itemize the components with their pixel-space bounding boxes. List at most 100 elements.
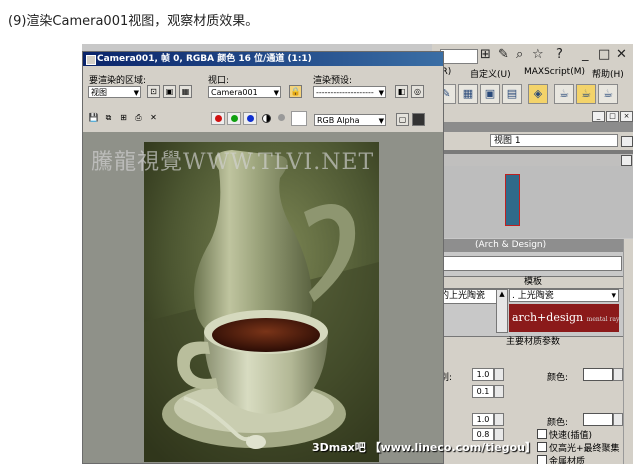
restore-icon[interactable]: □ <box>598 47 610 62</box>
diffuse-color-label: 颜色: <box>547 373 569 383</box>
viewport-area[interactable] <box>432 166 633 238</box>
print-icon[interactable]: ⎙ <box>132 112 145 125</box>
diffuse-color-map-button[interactable] <box>613 368 623 381</box>
highlights-fg-checkbox[interactable] <box>537 442 547 452</box>
green-channel-icon <box>231 115 238 122</box>
quick-render-icon[interactable]: ☕ <box>554 84 574 104</box>
window-icon <box>86 55 96 65</box>
viewport-dropdown-value: Camera001 <box>211 88 258 97</box>
clear-icon[interactable]: ✕ <box>147 112 160 125</box>
reflection-color-map-button[interactable] <box>613 413 623 426</box>
active-render-icon[interactable]: ☕ <box>576 84 596 104</box>
viewport-dropdown[interactable]: Camera001 ▼ <box>208 86 281 98</box>
roughness-map-button[interactable] <box>494 385 504 398</box>
divider <box>432 122 633 132</box>
area-dropdown-value: 视图 <box>91 88 107 97</box>
selected-object[interactable] <box>505 174 520 226</box>
material-editor-icon[interactable]: ▣ <box>480 84 500 104</box>
channel-dropdown-value: RGB Alpha <box>317 116 360 125</box>
fast-interpolate-checkbox[interactable] <box>537 429 547 439</box>
render-window-title: Camera001, 帧 0, RGBA 颜色 16 位/通道 (1:1) <box>83 52 443 66</box>
diffuse-level-map-button[interactable] <box>494 368 504 381</box>
coffee <box>212 318 320 352</box>
help-icon[interactable]: ? <box>556 47 563 62</box>
diffuse-level-spinner[interactable]: 1.0 <box>472 368 494 381</box>
panel-scrollbar[interactable] <box>623 239 633 464</box>
copy-icon[interactable]: ⧉ <box>102 112 115 125</box>
clone-icon[interactable]: ⊞ <box>117 112 130 125</box>
render-last-icon[interactable]: ☕ <box>598 84 618 104</box>
swatch-white[interactable] <box>291 111 307 126</box>
viewport-select[interactable]: 视图 1 <box>490 134 618 147</box>
reflectivity-map-button[interactable] <box>494 413 504 426</box>
material-name-input[interactable] <box>440 256 622 271</box>
metal-material-checkbox[interactable] <box>537 455 547 464</box>
display-mono-icon[interactable] <box>412 113 425 126</box>
reflection-color-label: 颜色: <box>547 418 569 428</box>
close-button[interactable]: × <box>620 111 633 122</box>
template-scrollbar[interactable]: ▲ <box>496 289 508 333</box>
red-channel-icon <box>215 115 222 122</box>
template-dropdown-value: . 上光陶瓷 <box>512 291 554 301</box>
wrench-icon[interactable]: ✎ <box>498 47 509 62</box>
viewport-bar: 视图 1 <box>432 132 633 150</box>
alpha-channel-toggle[interactable] <box>259 112 273 125</box>
schematic-icon[interactable]: ▦ <box>458 84 478 104</box>
highlights-fg-label: 仅高光+最终聚集 <box>549 444 620 454</box>
render-window-toolbar: 💾 ⧉ ⊞ ⎙ ✕ RGB Alpha ▼ ▢ <box>83 108 443 128</box>
crop-region-icon[interactable]: ▦ <box>179 85 192 98</box>
minimize-button[interactable]: _ <box>592 111 605 122</box>
metal-material-label: 金属材质 <box>549 457 586 464</box>
render-window-title-text: Camera001, 帧 0, RGBA 颜色 16 位/通道 (1:1) <box>97 54 312 64</box>
name-input[interactable] <box>440 49 478 64</box>
diffuse-color-swatch[interactable] <box>583 368 613 381</box>
alpha-channel-icon <box>262 114 271 123</box>
chevron-down-icon: ▼ <box>378 117 384 125</box>
window-controls: _ □ × <box>432 110 633 122</box>
channel-dropdown[interactable]: RGB Alpha ▼ <box>314 114 386 126</box>
menu-item-help[interactable]: 帮助(H) <box>592 67 624 80</box>
preset-dropdown[interactable]: -------------------- ▼ <box>313 86 386 98</box>
bottom-watermark: 3Dmax吧 【www.lineco.com/tiegou】 <box>312 441 536 454</box>
viewport-close-button[interactable] <box>621 136 633 147</box>
render-setup-icon[interactable]: ◧ <box>395 85 408 98</box>
save-icon[interactable]: 💾 <box>87 112 100 125</box>
template-list[interactable]: 的上光陶瓷 <box>437 289 504 304</box>
chevron-down-icon: ▼ <box>133 89 139 97</box>
chevron-down-icon: ▾ <box>611 291 616 301</box>
reflection-color-swatch[interactable] <box>583 413 613 426</box>
template-dropdown[interactable]: . 上光陶瓷 ▾ <box>509 289 619 302</box>
edit-region-icon[interactable]: ⊡ <box>147 85 160 98</box>
maximize-button[interactable]: □ <box>606 111 619 122</box>
screenshot: ⊞ ✎ ⌕ ☆ ? _ □ ✕ (R) 自定义(U) MAXScript(M) … <box>82 44 633 464</box>
render-setup-icon[interactable]: ▤ <box>502 84 522 104</box>
area-label: 要渲染的区域: <box>89 76 147 86</box>
area-dropdown[interactable]: 视图 ▼ <box>88 86 141 98</box>
star-icon[interactable]: ☆ <box>532 47 544 62</box>
watermark: 騰龍視覺WWW.TLVI.NET <box>91 150 375 175</box>
spoon-bowl <box>246 435 266 449</box>
blue-channel-toggle[interactable] <box>243 112 257 125</box>
mono-toggle[interactable] <box>275 112 289 125</box>
display-toggle-icon[interactable]: ▢ <box>396 113 409 126</box>
lock-icon[interactable]: 🔒 <box>289 85 302 98</box>
red-channel-toggle[interactable] <box>211 112 225 125</box>
roughness-spinner[interactable]: 0.1 <box>472 385 494 398</box>
close-icon[interactable]: ✕ <box>616 47 627 62</box>
menu-item-maxscript[interactable]: MAXScript(M) <box>524 67 585 77</box>
auto-region-icon[interactable]: ▣ <box>163 85 176 98</box>
reflectivity-spinner[interactable]: 1.0 <box>472 413 494 426</box>
green-channel-toggle[interactable] <box>227 112 241 125</box>
main-toolbar: ⊞ ✎ ⌕ ☆ ? _ □ ✕ <box>432 44 633 66</box>
render-frame-icon[interactable]: ◈ <box>528 84 548 104</box>
search-icon[interactable]: ⌕ <box>516 47 523 62</box>
material-title: (Arch & Design) <box>437 239 633 252</box>
environment-icon[interactable]: ◎ <box>411 85 424 98</box>
binoculars-icon[interactable]: ⊞ <box>480 47 491 62</box>
menu-bar: (R) 自定义(U) MAXScript(M) 帮助(H) <box>432 66 633 80</box>
panel-close-button[interactable] <box>621 155 632 166</box>
minimize-icon[interactable]: _ <box>582 47 589 62</box>
viewport-label: 视口: <box>208 76 230 86</box>
templates-rollout-header[interactable]: 模板 <box>442 276 624 289</box>
menu-item-customize[interactable]: 自定义(U) <box>470 67 511 80</box>
